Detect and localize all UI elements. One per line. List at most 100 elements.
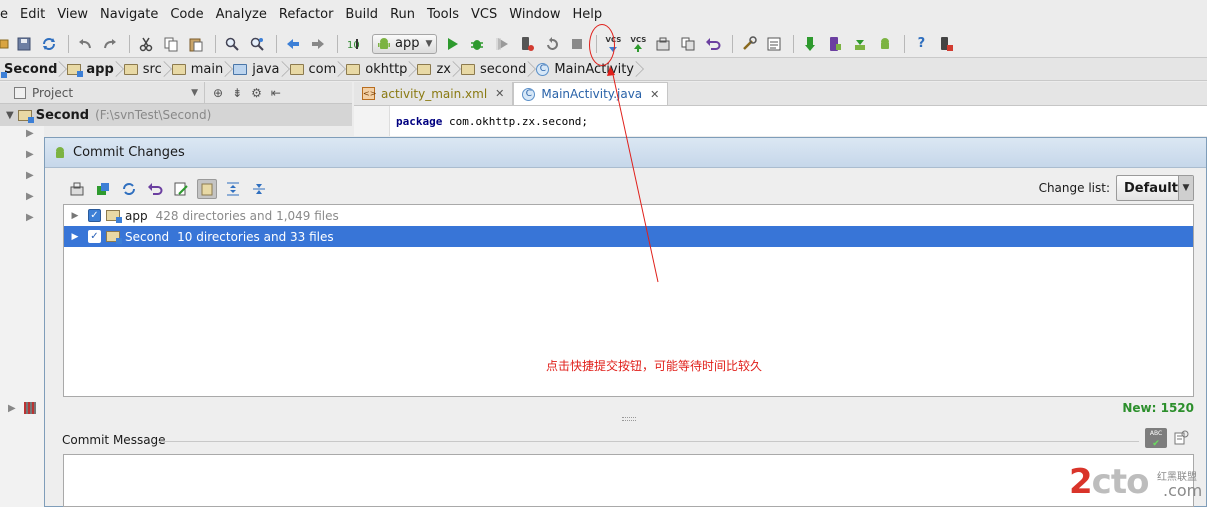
external-libraries-row[interactable]: ▶ — [8, 402, 36, 414]
include-checkbox[interactable]: ✓ — [88, 230, 101, 243]
rollback-icon[interactable] — [145, 179, 165, 199]
menu-edit[interactable]: Edit — [14, 0, 51, 30]
device-monitor-icon[interactable] — [935, 33, 957, 55]
breadcrumb-item-second[interactable]: Second — [0, 58, 63, 80]
breadcrumb-item-java[interactable]: java — [229, 58, 285, 80]
menu-analyze[interactable]: Analyze — [210, 0, 273, 30]
changes-tree[interactable]: ▶ ✓ app 428 directories and 1,049 files … — [63, 204, 1194, 397]
breadcrumb-item-second-pkg[interactable]: second — [457, 58, 532, 80]
sdk-download-icon[interactable] — [849, 33, 871, 55]
menu-tools[interactable]: Tools — [421, 0, 465, 30]
find-icon[interactable] — [221, 33, 243, 55]
sync-icon[interactable] — [38, 33, 60, 55]
breadcrumb-item-main[interactable]: main — [168, 58, 229, 80]
debug-icon[interactable] — [466, 33, 488, 55]
group-by-directory-icon[interactable] — [197, 179, 217, 199]
breadcrumb-label: main — [190, 61, 224, 77]
tab-mainactivity-java[interactable]: C MainActivity.java ✕ — [513, 82, 669, 105]
breadcrumb-label: java — [252, 61, 280, 77]
compare-icon[interactable] — [677, 33, 699, 55]
replace-icon[interactable] — [246, 33, 268, 55]
message-history-icon[interactable] — [1173, 430, 1189, 446]
project-structure-icon[interactable] — [738, 33, 760, 55]
stop-icon[interactable] — [566, 33, 588, 55]
vcs-commit-icon[interactable]: VCS — [627, 33, 649, 55]
expand-arrow-icon[interactable]: ▶ — [26, 191, 34, 202]
run-icon[interactable] — [441, 33, 463, 55]
vcs-history-icon[interactable] — [67, 179, 87, 199]
gear-icon[interactable]: ⚙ — [251, 86, 262, 100]
expand-arrow-icon[interactable]: ▶ — [26, 128, 34, 139]
android-monitor-icon[interactable] — [874, 33, 896, 55]
revert-icon[interactable] — [702, 33, 724, 55]
expand-arrow-icon[interactable]: ▶ — [26, 149, 34, 160]
breadcrumb-item-com[interactable]: com — [286, 58, 343, 80]
change-list-select[interactable]: Default ▼ — [1116, 175, 1194, 201]
expand-arrow-icon[interactable]: ▶ — [26, 170, 34, 181]
hide-panel-icon[interactable]: ⇤ — [271, 86, 281, 100]
menu-run[interactable]: Run — [384, 0, 421, 30]
breadcrumb-item-src[interactable]: src — [120, 58, 168, 80]
spellcheck-button[interactable]: ABC ✔ — [1145, 428, 1167, 449]
close-icon[interactable]: ✕ — [495, 87, 504, 100]
expand-arrow-icon[interactable]: ▶ — [8, 403, 16, 414]
menu-file[interactable]: e — [0, 0, 14, 30]
sdk-manager-icon[interactable] — [763, 33, 785, 55]
change-row-second[interactable]: ▶ ✓ Second 10 directories and 33 files — [64, 226, 1193, 247]
expand-arrow-icon[interactable]: ▶ — [26, 212, 34, 223]
copy-icon[interactable] — [160, 33, 182, 55]
menu-code[interactable]: Code — [164, 0, 209, 30]
help-icon[interactable]: ? — [910, 33, 932, 55]
make-project-icon[interactable]: 10 — [343, 33, 365, 55]
move-to-changelist-icon[interactable] — [93, 179, 113, 199]
sync-gradle-icon[interactable] — [799, 33, 821, 55]
menu-window[interactable]: Window — [503, 0, 566, 30]
expand-all-icon[interactable] — [223, 179, 243, 199]
change-row-name: app — [125, 208, 148, 223]
expand-arrow-icon[interactable]: ▼ — [6, 110, 14, 121]
breadcrumb-item-okhttp[interactable]: okhttp — [342, 58, 413, 80]
menu-view[interactable]: View — [51, 0, 94, 30]
cut-icon[interactable] — [135, 33, 157, 55]
breadcrumb-item-app[interactable]: app — [63, 58, 119, 80]
include-checkbox[interactable]: ✓ — [88, 209, 101, 222]
project-view-select[interactable]: Project ▼ — [0, 81, 205, 104]
project-tree-root[interactable]: ▼ Second (F:\svnTest\Second) — [0, 104, 352, 126]
menu-build[interactable]: Build — [339, 0, 384, 30]
watermark-logo: 2cto 红黑联盟 .com — [1069, 462, 1207, 507]
rerun-icon[interactable] — [541, 33, 563, 55]
code-editor[interactable]: package com.okhttp.zx.second; — [354, 106, 1207, 136]
back-icon[interactable] — [282, 33, 304, 55]
close-icon[interactable]: ✕ — [650, 88, 659, 101]
save-all-icon[interactable] — [13, 33, 35, 55]
paste-icon[interactable] — [185, 33, 207, 55]
breadcrumb-item-mainactivity[interactable]: C MainActivity — [532, 58, 640, 80]
breadcrumb-item-zx[interactable]: zx — [413, 58, 457, 80]
refresh-icon[interactable] — [119, 179, 139, 199]
commit-message-input[interactable] — [63, 454, 1194, 507]
run-config-select[interactable]: app ▼ — [372, 33, 438, 54]
divider — [159, 441, 1139, 442]
tab-activity-main-xml[interactable]: <> activity_main.xml ✕ — [354, 82, 514, 105]
edit-source-icon[interactable] — [171, 179, 191, 199]
vcs-history-icon[interactable] — [652, 33, 674, 55]
avd-manager-icon[interactable] — [824, 33, 846, 55]
scroll-from-source-icon[interactable]: ⊕ — [213, 86, 223, 100]
collapse-all-icon[interactable]: ⇟ — [232, 86, 242, 100]
splitter-grip[interactable] — [622, 417, 636, 421]
chevron-down-icon: ▼ — [425, 38, 433, 49]
project-panel-actions: ⊕ ⇟ ⚙ ⇤ — [205, 86, 281, 100]
open-icon[interactable] — [0, 33, 10, 55]
redo-icon[interactable] — [99, 33, 121, 55]
undo-icon[interactable] — [74, 33, 96, 55]
menu-navigate[interactable]: Navigate — [94, 0, 164, 30]
apply-changes-icon[interactable] — [516, 33, 538, 55]
coverage-icon[interactable] — [491, 33, 513, 55]
collapse-all-icon[interactable] — [249, 179, 269, 199]
menu-refactor[interactable]: Refactor — [273, 0, 340, 30]
menu-vcs[interactable]: VCS — [465, 0, 503, 30]
expand-arrow-icon[interactable]: ▶ — [68, 211, 82, 221]
expand-arrow-icon[interactable]: ▶ — [68, 232, 82, 242]
forward-icon[interactable] — [307, 33, 329, 55]
change-row-app[interactable]: ▶ ✓ app 428 directories and 1,049 files — [64, 205, 1193, 226]
